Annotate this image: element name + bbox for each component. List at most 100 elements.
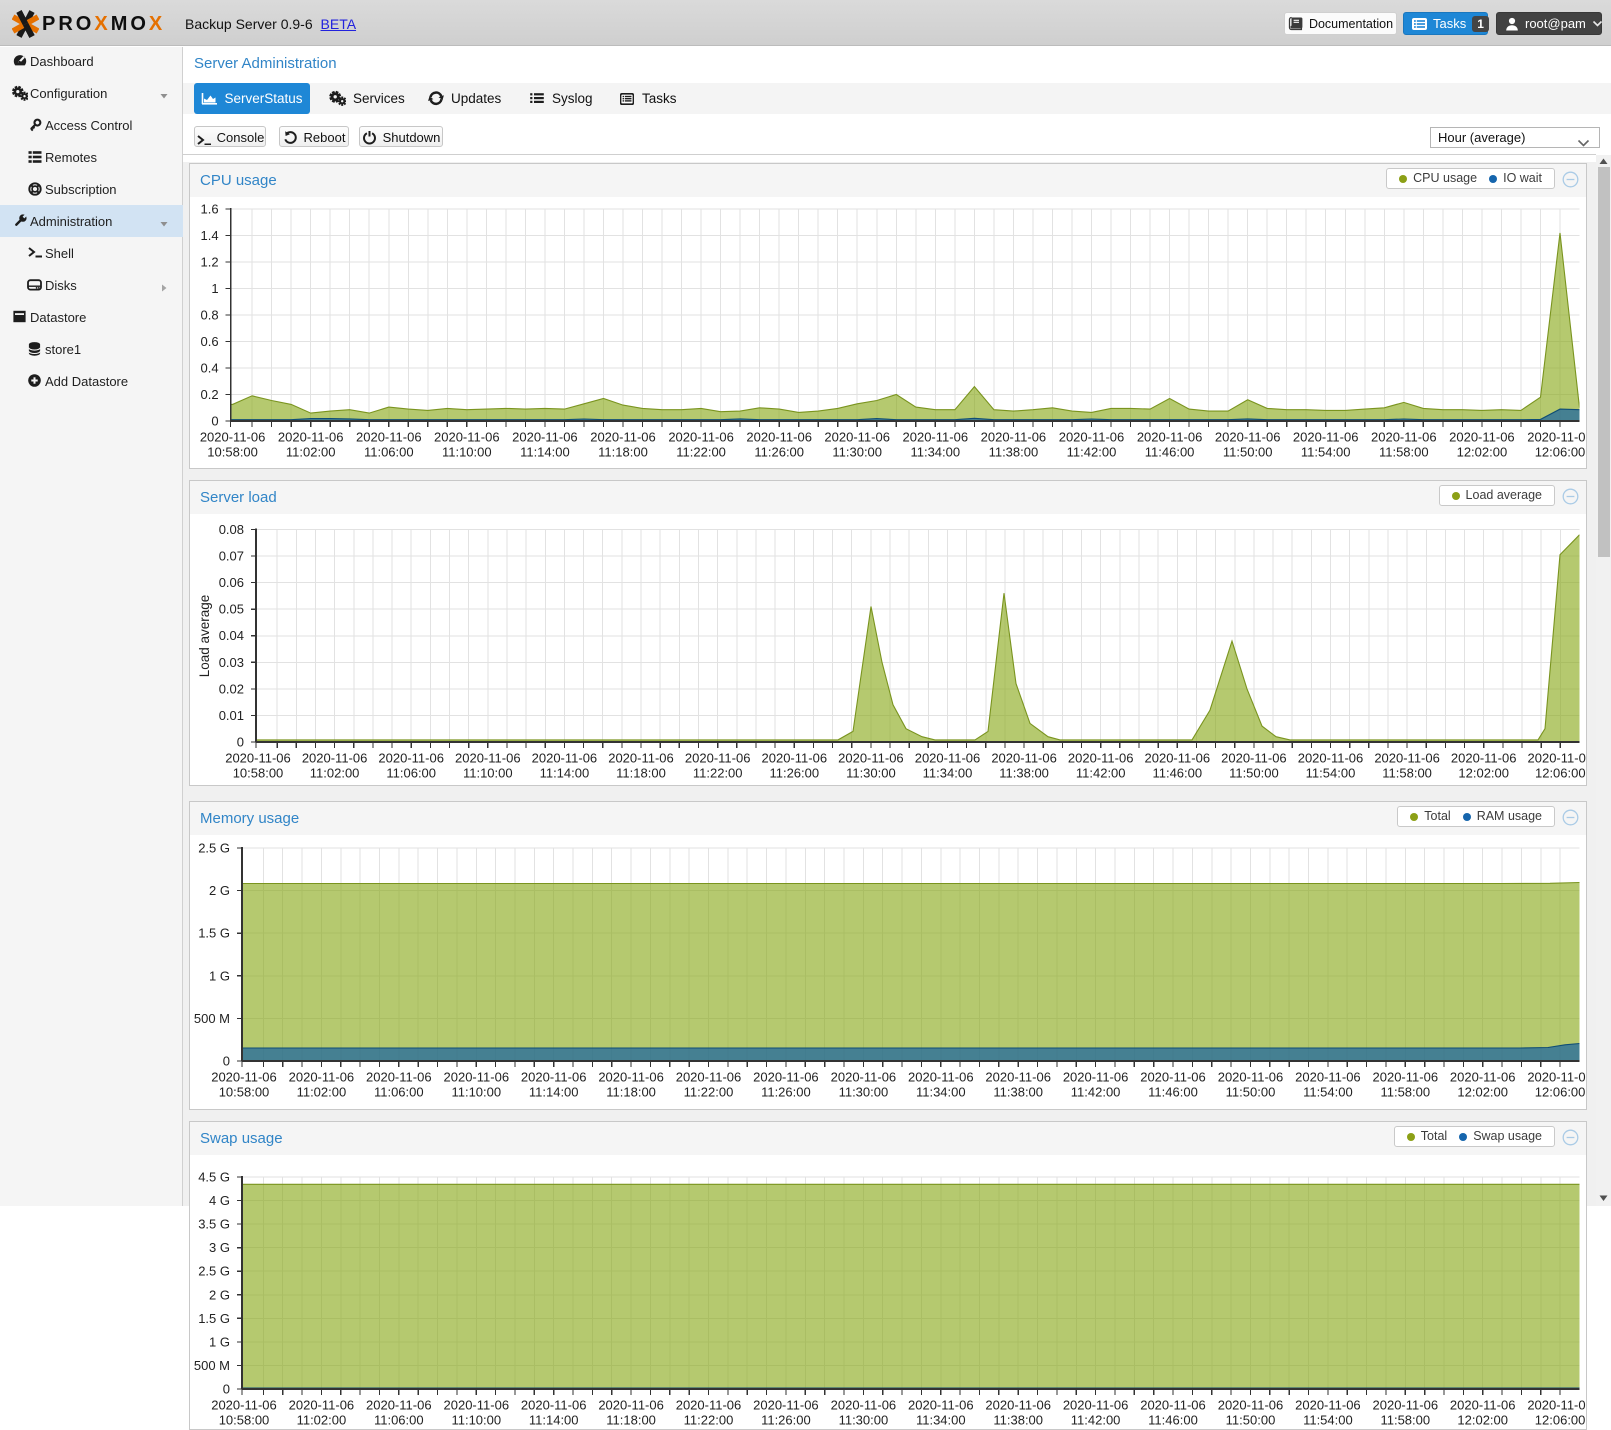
svg-text:3.5 G: 3.5 G xyxy=(198,1217,230,1232)
svg-text:2020-11-06: 2020-11-06 xyxy=(1218,1398,1284,1413)
svg-text:12:06:00: 12:06:00 xyxy=(1535,1413,1586,1428)
svg-text:2020-11-06: 2020-11-06 xyxy=(590,430,656,445)
svg-text:11:06:00: 11:06:00 xyxy=(364,445,414,460)
svg-text:12:02:00: 12:02:00 xyxy=(1457,1413,1508,1428)
svg-text:11:30:00: 11:30:00 xyxy=(839,1085,889,1100)
svg-text:2020-11-06: 2020-11-06 xyxy=(685,751,751,766)
svg-text:11:50:00: 11:50:00 xyxy=(1229,766,1279,781)
svg-text:12:02:00: 12:02:00 xyxy=(1458,766,1509,781)
svg-text:11:42:00: 11:42:00 xyxy=(1071,1085,1121,1100)
svg-text:11:46:00: 11:46:00 xyxy=(1145,445,1195,460)
svg-text:500 M: 500 M xyxy=(194,1011,230,1026)
svg-text:2020-11-06: 2020-11-06 xyxy=(676,1070,742,1085)
svg-text:2020-11-06: 2020-11-06 xyxy=(1450,1070,1516,1085)
svg-text:2 G: 2 G xyxy=(209,1287,230,1302)
svg-text:11:38:00: 11:38:00 xyxy=(993,1413,1043,1428)
svg-text:1.6: 1.6 xyxy=(201,202,219,217)
svg-text:1.5 G: 1.5 G xyxy=(198,926,230,941)
svg-text:11:26:00: 11:26:00 xyxy=(761,1085,811,1100)
svg-text:0.08: 0.08 xyxy=(219,522,244,537)
svg-text:2020-11-06: 2020-11-06 xyxy=(985,1070,1051,1085)
svg-text:11:18:00: 11:18:00 xyxy=(606,1413,656,1428)
svg-text:2020-11-06: 2020-11-06 xyxy=(434,430,500,445)
svg-text:2020-11-06: 2020-11-06 xyxy=(444,1070,510,1085)
svg-text:2020-11-06: 2020-11-06 xyxy=(908,1398,974,1413)
svg-text:11:10:00: 11:10:00 xyxy=(451,1413,501,1428)
svg-text:2020-11-06: 2020-11-06 xyxy=(521,1070,587,1085)
svg-text:0: 0 xyxy=(211,414,218,429)
svg-text:0.8: 0.8 xyxy=(201,308,219,323)
svg-text:2020-11-06: 2020-11-06 xyxy=(1137,430,1203,445)
svg-text:11:14:00: 11:14:00 xyxy=(529,1413,579,1428)
svg-text:2020-11-06: 2020-11-06 xyxy=(1528,751,1586,766)
svg-text:2020-11-06: 2020-11-06 xyxy=(1373,1070,1439,1085)
svg-text:11:06:00: 11:06:00 xyxy=(374,1085,424,1100)
svg-text:2.5 G: 2.5 G xyxy=(198,1264,230,1279)
svg-text:1 G: 1 G xyxy=(209,968,230,983)
svg-text:2020-11-06: 2020-11-06 xyxy=(366,1398,432,1413)
svg-text:2020-11-06: 2020-11-06 xyxy=(200,430,266,445)
svg-text:2020-11-06: 2020-11-06 xyxy=(378,751,444,766)
svg-text:2020-11-06: 2020-11-06 xyxy=(1218,1070,1284,1085)
svg-text:2020-11-06: 2020-11-06 xyxy=(1068,751,1134,766)
svg-text:10:58:00: 10:58:00 xyxy=(219,1085,270,1100)
svg-text:2020-11-06: 2020-11-06 xyxy=(598,1398,664,1413)
svg-text:11:38:00: 11:38:00 xyxy=(989,445,1039,460)
svg-text:2020-11-06: 2020-11-06 xyxy=(762,751,828,766)
svg-text:10:58:00: 10:58:00 xyxy=(207,445,258,460)
svg-text:2020-11-06: 2020-11-06 xyxy=(676,1398,742,1413)
svg-text:2020-11-06: 2020-11-06 xyxy=(1527,1070,1586,1085)
svg-text:2020-11-06: 2020-11-06 xyxy=(356,430,422,445)
svg-text:11:34:00: 11:34:00 xyxy=(923,766,973,781)
svg-text:2020-11-06: 2020-11-06 xyxy=(1295,1070,1361,1085)
svg-text:2020-11-06: 2020-11-06 xyxy=(915,751,981,766)
svg-text:2020-11-06: 2020-11-06 xyxy=(1221,751,1287,766)
svg-text:11:30:00: 11:30:00 xyxy=(839,1413,889,1428)
svg-text:11:06:00: 11:06:00 xyxy=(374,1413,424,1428)
svg-text:0.05: 0.05 xyxy=(219,602,244,617)
svg-text:1.5 G: 1.5 G xyxy=(198,1311,230,1326)
svg-text:2 G: 2 G xyxy=(209,883,230,898)
svg-text:2020-11-06: 2020-11-06 xyxy=(1449,430,1515,445)
svg-text:11:26:00: 11:26:00 xyxy=(754,445,804,460)
svg-text:2020-11-06: 2020-11-06 xyxy=(289,1070,355,1085)
svg-text:0.2: 0.2 xyxy=(201,387,219,402)
svg-text:11:14:00: 11:14:00 xyxy=(529,1085,579,1100)
svg-text:11:38:00: 11:38:00 xyxy=(993,1085,1043,1100)
svg-text:2020-11-06: 2020-11-06 xyxy=(831,1070,897,1085)
svg-text:10:58:00: 10:58:00 xyxy=(233,766,284,781)
svg-text:12:02:00: 12:02:00 xyxy=(1457,1085,1508,1100)
svg-text:11:46:00: 11:46:00 xyxy=(1148,1413,1198,1428)
svg-text:12:06:00: 12:06:00 xyxy=(1535,1085,1586,1100)
svg-text:2020-11-06: 2020-11-06 xyxy=(668,430,734,445)
svg-text:2020-11-06: 2020-11-06 xyxy=(302,751,368,766)
svg-text:0.4: 0.4 xyxy=(201,361,219,376)
svg-text:0.06: 0.06 xyxy=(219,575,244,590)
svg-text:0: 0 xyxy=(223,1382,230,1397)
svg-text:11:22:00: 11:22:00 xyxy=(684,1413,734,1428)
svg-text:0.04: 0.04 xyxy=(219,628,244,643)
svg-text:11:30:00: 11:30:00 xyxy=(832,445,882,460)
svg-text:Load average: Load average xyxy=(197,595,212,678)
svg-text:11:06:00: 11:06:00 xyxy=(386,766,436,781)
svg-text:11:34:00: 11:34:00 xyxy=(916,1085,966,1100)
svg-text:11:54:00: 11:54:00 xyxy=(1306,766,1356,781)
svg-text:11:58:00: 11:58:00 xyxy=(1382,766,1432,781)
svg-text:11:54:00: 11:54:00 xyxy=(1303,1413,1353,1428)
svg-text:2020-11-06: 2020-11-06 xyxy=(521,1398,587,1413)
svg-text:11:50:00: 11:50:00 xyxy=(1223,445,1273,460)
svg-text:2020-11-06: 2020-11-06 xyxy=(1450,1398,1516,1413)
svg-text:11:58:00: 11:58:00 xyxy=(1380,1413,1430,1428)
svg-text:11:34:00: 11:34:00 xyxy=(916,1413,966,1428)
svg-text:11:02:00: 11:02:00 xyxy=(297,1085,347,1100)
svg-text:11:02:00: 11:02:00 xyxy=(286,445,336,460)
svg-text:500 M: 500 M xyxy=(194,1358,230,1373)
svg-text:11:02:00: 11:02:00 xyxy=(310,766,360,781)
svg-text:0.01: 0.01 xyxy=(219,708,244,723)
svg-text:2020-11-06: 2020-11-06 xyxy=(512,430,578,445)
svg-text:1 G: 1 G xyxy=(209,1334,230,1349)
svg-text:11:50:00: 11:50:00 xyxy=(1226,1085,1276,1100)
svg-text:11:10:00: 11:10:00 xyxy=(442,445,492,460)
svg-text:11:02:00: 11:02:00 xyxy=(297,1413,347,1428)
svg-text:2020-11-06: 2020-11-06 xyxy=(746,430,812,445)
